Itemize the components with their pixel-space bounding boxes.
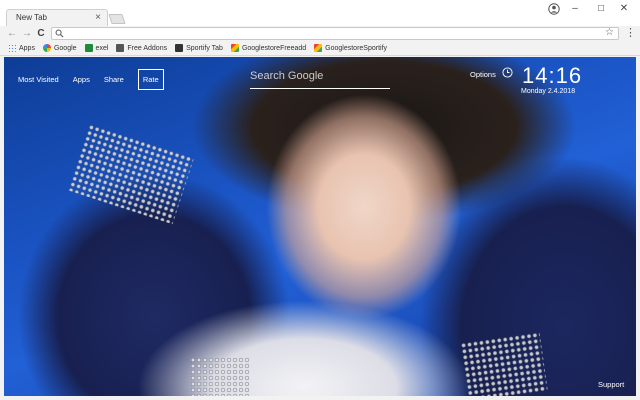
jacket-studs-left: [67, 123, 195, 225]
minimize-button[interactable]: –: [565, 2, 585, 16]
bookmark-label: exel: [95, 44, 109, 52]
bookmark-label: GooglestoreFreeadd: [241, 44, 307, 52]
bookmark-label: Sportify Tab: [186, 44, 223, 52]
search-google-input[interactable]: [250, 65, 390, 87]
bookmark-apps[interactable]: Apps: [8, 44, 35, 52]
search-icon: [55, 29, 64, 38]
bookmarks-bar: Apps Google exel Free Addons Sportify Ta…: [0, 41, 640, 56]
addons-icon: [116, 44, 125, 52]
wallpaper-image: [4, 57, 636, 396]
tab-close-icon[interactable]: ×: [95, 11, 101, 25]
bookmark-label: GooglestoreSportify: [325, 44, 388, 52]
ntp-search: [250, 65, 390, 89]
tab-title: New Tab: [16, 13, 47, 22]
bookmark-google[interactable]: Google: [42, 44, 77, 52]
apps-icon: [8, 44, 16, 52]
tab-new-tab[interactable]: New Tab ×: [6, 9, 108, 26]
options-link[interactable]: Options: [470, 70, 496, 79]
maximize-button[interactable]: □: [591, 2, 611, 16]
toolbar: ← → C ☆ ⋮: [0, 26, 640, 41]
forward-button[interactable]: →: [21, 27, 33, 40]
new-tab-page: Most Visited Apps Share Rate Options 14:…: [4, 57, 636, 396]
store-icon: [314, 44, 323, 52]
bookmark-googlestore-freeadd[interactable]: GooglestoreFreeadd: [230, 44, 307, 52]
jacket-studs-right: [460, 331, 548, 396]
bookmark-free-addons[interactable]: Free Addons: [116, 44, 167, 52]
clock-date: Monday 2.4.2018: [521, 88, 576, 95]
close-window-button[interactable]: ✕: [614, 2, 634, 16]
google-icon: [42, 44, 51, 52]
apps-link[interactable]: Apps: [73, 75, 90, 84]
most-visited-link[interactable]: Most Visited: [18, 75, 59, 84]
clock-time: 14:16: [522, 63, 583, 88]
new-tab-button[interactable]: [108, 14, 126, 24]
bookmark-label: Google: [53, 44, 77, 52]
bookmark-label: Free Addons: [127, 44, 168, 52]
clock-icon[interactable]: [502, 67, 513, 78]
back-button[interactable]: ←: [6, 27, 18, 40]
tab-strip: New Tab × – □ ✕: [0, 0, 640, 26]
rate-button[interactable]: Rate: [137, 69, 164, 90]
address-input[interactable]: [67, 28, 587, 39]
ntp-nav: Most Visited Apps Share Rate: [18, 69, 178, 90]
address-bar[interactable]: ☆: [51, 27, 619, 40]
bookmark-googlestore-sportify[interactable]: GooglestoreSportify: [314, 44, 387, 52]
sheets-icon: [84, 44, 93, 52]
bookmark-exel[interactable]: exel: [84, 44, 109, 52]
jacket-studs-bottom: [190, 357, 250, 396]
menu-icon[interactable]: ⋮: [625, 27, 636, 40]
support-link[interactable]: Support: [598, 380, 624, 389]
reload-button[interactable]: C: [35, 27, 47, 40]
store-icon: [230, 44, 239, 52]
profile-icon[interactable]: [548, 3, 560, 15]
share-link[interactable]: Share: [104, 75, 124, 84]
bookmark-star-icon[interactable]: ☆: [605, 27, 614, 38]
bookmark-sportify-tab[interactable]: Sportify Tab: [175, 44, 223, 52]
spotify-tab-icon: [175, 44, 184, 52]
bookmark-label: Apps: [19, 44, 35, 52]
